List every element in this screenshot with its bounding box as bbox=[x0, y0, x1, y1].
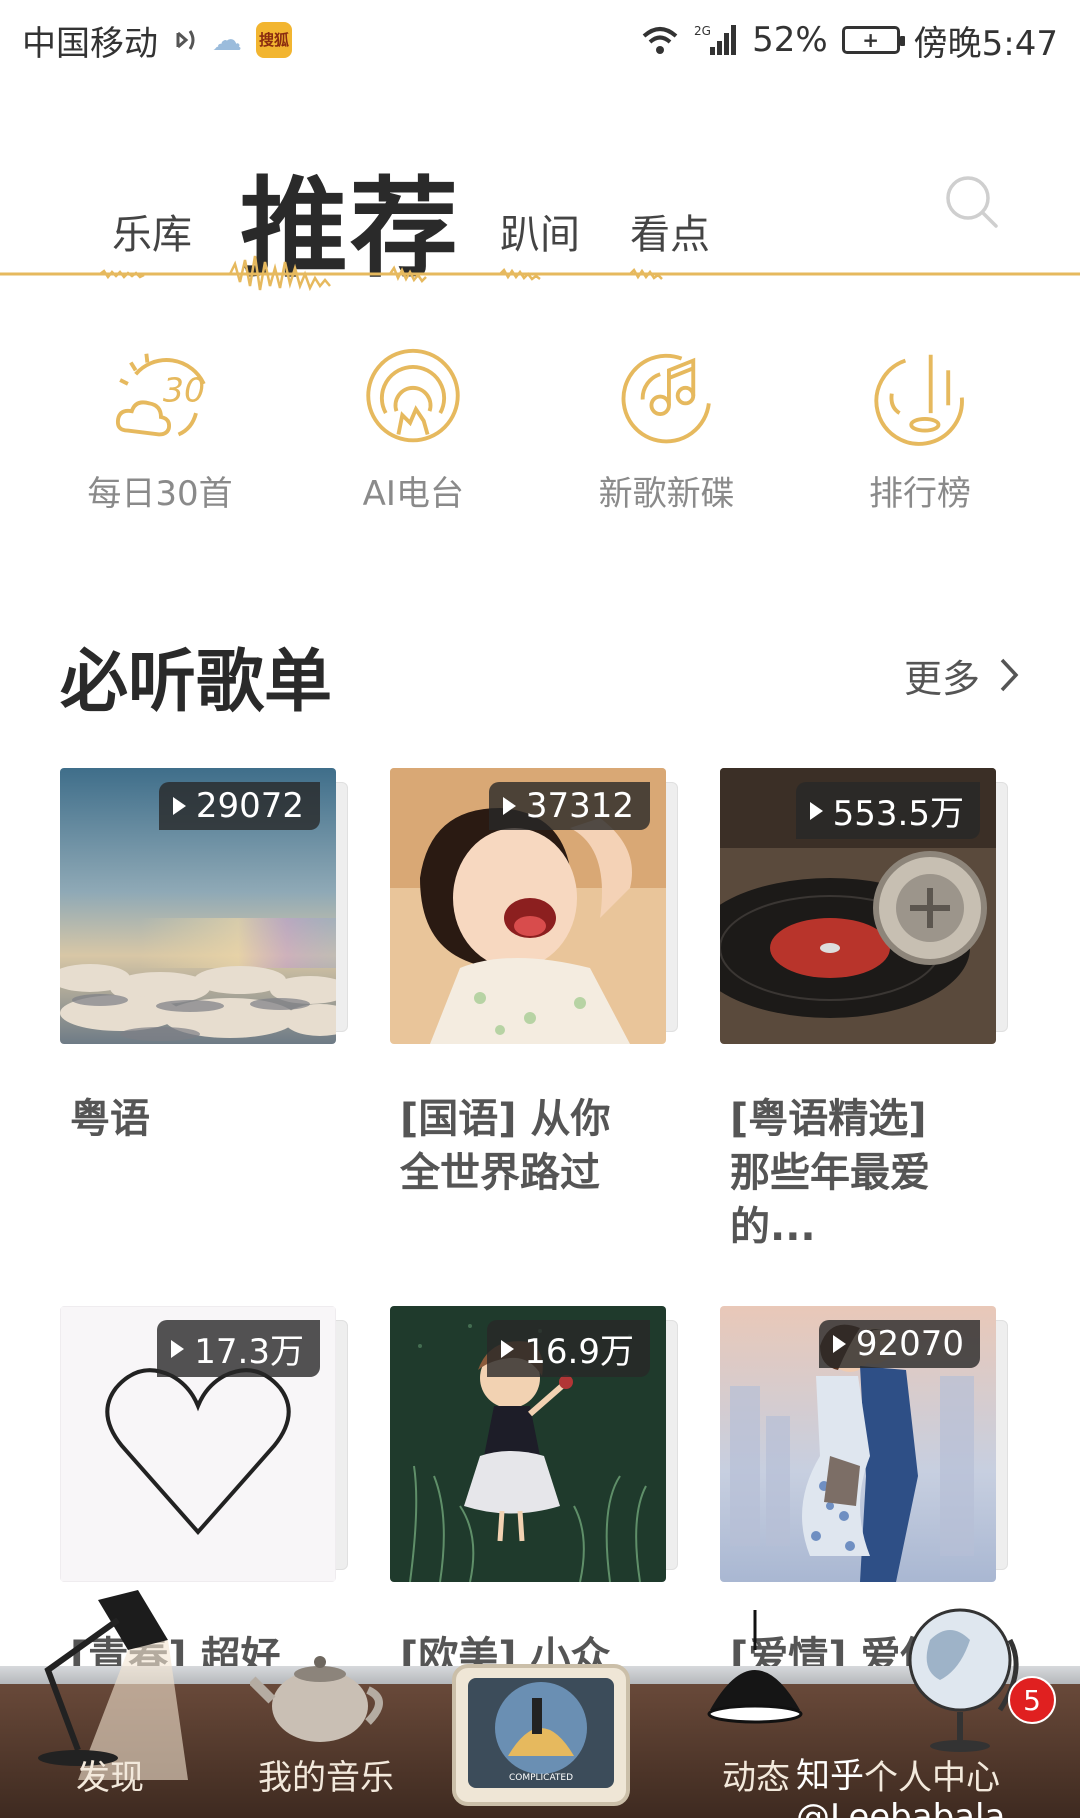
entry-charts[interactable]: 排行榜 bbox=[820, 345, 1020, 515]
weather-icon: ☁ bbox=[212, 22, 242, 58]
section-header: 必听歌单 更多 bbox=[60, 630, 1020, 722]
cover-stack: 29072 bbox=[60, 768, 348, 1044]
play-icon bbox=[502, 797, 516, 815]
search-icon[interactable] bbox=[942, 172, 1002, 232]
play-count-badge: 29072 bbox=[158, 782, 320, 830]
entry-label: 排行榜 bbox=[868, 474, 971, 514]
ai-radio-icon bbox=[366, 348, 461, 443]
playlist-grid: 29072 粤语 37312 [国语] 从你全世界路过 553.5万 [粤语精选… bbox=[60, 768, 1020, 1734]
play-count-badge: 17.3万 bbox=[157, 1320, 320, 1377]
play-icon bbox=[832, 1335, 846, 1353]
chevron-right-icon bbox=[1000, 658, 1019, 692]
tv-caption: COMPLICATED bbox=[509, 1773, 573, 1783]
playlist-card[interactable]: 29072 粤语 bbox=[60, 768, 348, 1146]
entry-daily-30[interactable]: 30 每日30首 bbox=[60, 345, 260, 515]
status-left: 中国移动 ☁ 搜狐 bbox=[22, 16, 292, 65]
clock: 傍晚5:47 bbox=[913, 23, 1058, 64]
play-count: 29072 bbox=[195, 786, 304, 826]
more-label: 更多 bbox=[903, 656, 980, 701]
top-tab-bar: 乐库 推荐 趴间 看点 bbox=[0, 130, 1080, 292]
nav-my-music[interactable]: 我的音乐 bbox=[258, 1750, 394, 1799]
signal-icon: 2G bbox=[694, 23, 738, 57]
svg-text:30: 30 bbox=[163, 370, 205, 409]
cover-stack: 553.5万 bbox=[720, 768, 1008, 1044]
play-count: 17.3万 bbox=[194, 1332, 304, 1372]
play-count-badge: 16.9万 bbox=[487, 1320, 650, 1377]
new-music-icon bbox=[621, 353, 711, 444]
play-icon bbox=[171, 1339, 185, 1358]
playlist-card[interactable]: 37312 [国语] 从你全世界路过 bbox=[390, 768, 678, 1200]
now-playing-tv[interactable]: COMPLICATED bbox=[448, 1660, 634, 1810]
play-count: 37312 bbox=[525, 786, 634, 826]
tv-icon: COMPLICATED bbox=[452, 1664, 630, 1806]
bottom-nav: COMPLICATED 5 发现 我的音乐 动态 个人中心 知乎 @Leebab… bbox=[0, 1590, 1080, 1818]
teapot-icon bbox=[250, 1656, 383, 1742]
entry-new-music[interactable]: 新歌新碟 bbox=[567, 345, 767, 515]
hanging-lamp-icon bbox=[707, 1610, 803, 1724]
play-count-badge: 92070 bbox=[818, 1320, 980, 1368]
entry-ai-radio[interactable]: AI电台 bbox=[313, 345, 513, 515]
nfc-icon bbox=[172, 25, 198, 55]
daily-30-icon: 30 bbox=[115, 353, 206, 437]
nav-feed[interactable]: 动态 bbox=[722, 1750, 790, 1799]
battery-icon: + bbox=[841, 26, 905, 54]
play-count-badge: 553.5万 bbox=[795, 782, 980, 839]
battery-percent: 52% bbox=[752, 20, 828, 60]
section-title: 必听歌单 bbox=[60, 642, 333, 722]
entry-label: AI电台 bbox=[362, 474, 464, 514]
entry-label: 新歌新碟 bbox=[598, 474, 735, 514]
play-count: 553.5万 bbox=[832, 794, 964, 834]
notification-badge: 5 bbox=[1008, 1676, 1056, 1724]
watermark: 知乎 @Leebabala bbox=[796, 1756, 1006, 1818]
svg-text:2G: 2G bbox=[694, 24, 711, 38]
status-bar: 中国移动 ☁ 搜狐 2G 52% + 傍晚5:47 bbox=[0, 0, 1080, 80]
playlist-card[interactable]: 553.5万 [粤语精选] 那些年最爱的... bbox=[720, 768, 1008, 1254]
entry-label: 每日30首 bbox=[87, 474, 233, 514]
playlist-title: [国语] 从你全世界路过 bbox=[400, 1096, 611, 1196]
play-icon bbox=[172, 797, 186, 815]
carrier-label: 中国移动 bbox=[22, 23, 158, 64]
quick-entry-row: 30 每日30首 AI电台 新歌新碟 排行榜 bbox=[60, 345, 1020, 515]
playlist-title: 粤语 bbox=[70, 1096, 150, 1142]
more-link[interactable]: 更多 bbox=[904, 648, 1020, 703]
cover-stack: 17.3万 bbox=[60, 1306, 348, 1582]
sound-wave-divider bbox=[0, 255, 1080, 292]
play-count: 92070 bbox=[855, 1324, 964, 1364]
status-right: 2G 52% + 傍晚5:47 bbox=[640, 16, 1058, 65]
play-icon bbox=[809, 801, 823, 820]
cover-stack: 92070 bbox=[720, 1306, 1008, 1582]
play-icon bbox=[501, 1339, 515, 1358]
play-count: 16.9万 bbox=[524, 1332, 634, 1372]
nav-discover[interactable]: 发现 bbox=[76, 1750, 144, 1799]
playlist-title: [粤语精选] 那些年最爱的... bbox=[730, 1096, 930, 1250]
cover-stack: 37312 bbox=[390, 768, 678, 1044]
wifi-icon bbox=[640, 24, 680, 56]
cover-stack: 16.9万 bbox=[390, 1306, 678, 1582]
chart-icon bbox=[874, 354, 964, 446]
sohu-app-icon: 搜狐 bbox=[256, 22, 292, 58]
play-count-badge: 37312 bbox=[488, 782, 650, 830]
globe-icon bbox=[908, 1608, 1019, 1752]
